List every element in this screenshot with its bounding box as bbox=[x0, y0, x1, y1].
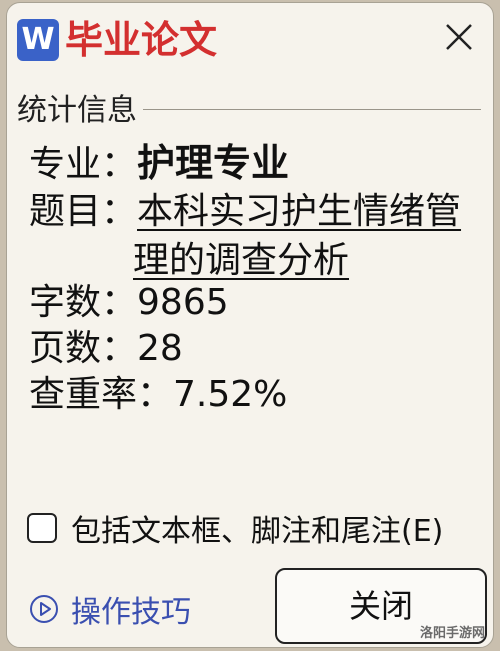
word-count-value: 9865 bbox=[137, 282, 229, 323]
play-circle-icon[interactable] bbox=[29, 594, 59, 624]
topic-value-line1: 本科实习护生情绪管 bbox=[137, 191, 462, 232]
tips-link[interactable]: 操作技巧 bbox=[29, 587, 191, 631]
major-label: 专业： bbox=[29, 144, 138, 185]
topic-label: 题目： bbox=[29, 191, 138, 232]
major-row: 专业：护理专业 bbox=[29, 139, 289, 189]
page-count-label: 页数： bbox=[29, 328, 138, 369]
topic-value-line2-row: 理的调查分析 bbox=[133, 237, 349, 285]
page-count-row: 页数：28 bbox=[29, 325, 183, 373]
watermark: 洛阳手游网 bbox=[419, 626, 485, 641]
topic-value-line2: 理的调查分析 bbox=[133, 240, 350, 281]
duplicate-rate-row: 查重率：7.52% bbox=[29, 371, 287, 419]
page-count-value: 28 bbox=[137, 328, 183, 369]
word-count-label: 字数： bbox=[29, 282, 138, 323]
duplicate-rate-value: 7.52% bbox=[173, 374, 288, 415]
word-count-row: 字数：9865 bbox=[29, 279, 229, 327]
include-textbox-checkbox[interactable] bbox=[27, 513, 57, 543]
major-value: 护理专业 bbox=[137, 141, 290, 185]
statistics-section-header: 统计信息 bbox=[17, 87, 481, 128]
include-textbox-label[interactable]: 包括文本框、脚注和尾注(E) bbox=[71, 506, 443, 550]
section-divider bbox=[143, 108, 481, 110]
title-bar: W 毕业论文 bbox=[7, 3, 493, 77]
duplicate-rate-label: 查重率： bbox=[29, 374, 174, 415]
section-title: 统计信息 bbox=[17, 93, 137, 128]
word-app-icon: W bbox=[17, 19, 59, 61]
topic-row: 题目：本科实习护生情绪管 bbox=[29, 188, 461, 236]
dialog-title: 毕业论文 bbox=[65, 18, 218, 62]
tips-label[interactable]: 操作技巧 bbox=[71, 587, 191, 631]
word-count-dialog: W 毕业论文 统计信息 专业：护理专业 题目：本科实习护生情绪管 理的调查分析 … bbox=[6, 2, 494, 648]
close-icon[interactable] bbox=[441, 19, 477, 55]
include-textbox-option[interactable]: 包括文本框、脚注和尾注(E) bbox=[27, 506, 443, 550]
